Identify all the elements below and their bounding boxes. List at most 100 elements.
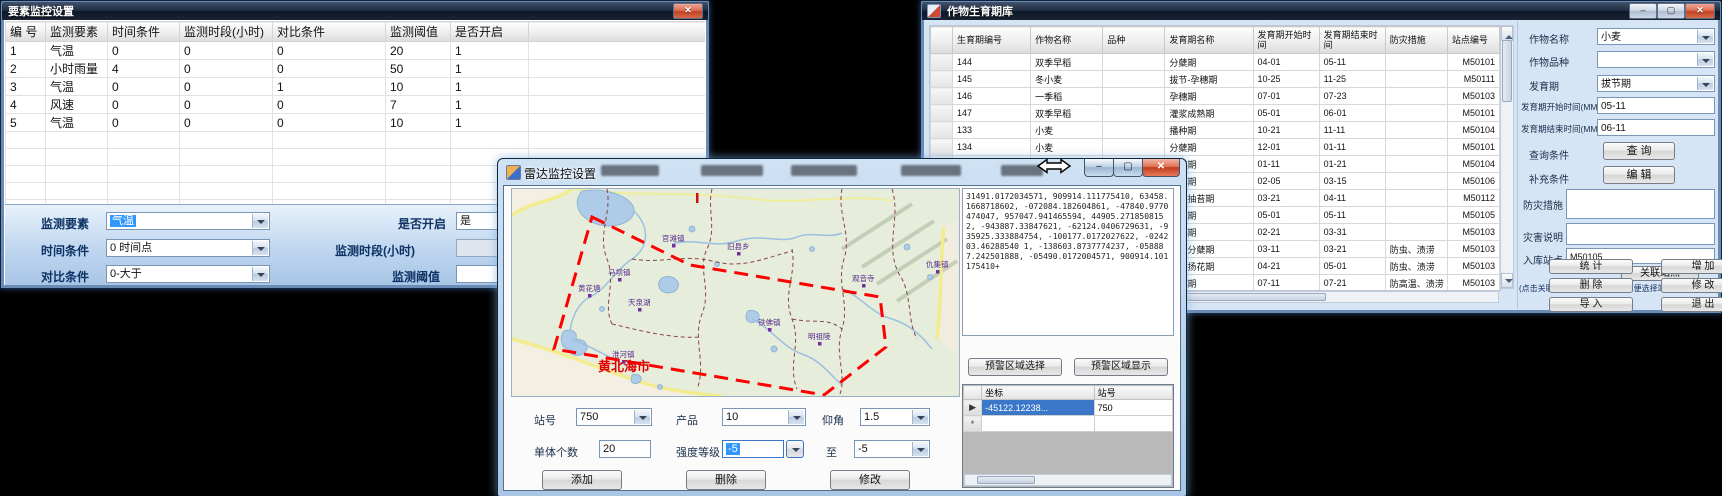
cell[interactable]: 10-21 <box>1253 122 1319 139</box>
cell[interactable]: 145 <box>953 71 1031 88</box>
cell[interactable]: 01-11 <box>1253 156 1319 173</box>
table-row[interactable]: 147双季早稻灌浆成熟期05-0106-01M50101 <box>931 105 1500 122</box>
horizontal-scrollbar[interactable] <box>964 474 1172 486</box>
table-row[interactable]: 3气温001101 <box>6 78 706 96</box>
titlebar-crop[interactable]: 作物生育期库 <box>922 2 1720 20</box>
intensity-dropdown-button[interactable] <box>786 440 804 458</box>
cell[interactable]: 1 <box>6 42 46 60</box>
close-icon[interactable]: ✕ <box>673 3 703 19</box>
cell[interactable] <box>1385 190 1447 207</box>
cell[interactable]: 0 <box>108 42 180 60</box>
cell[interactable]: 0 <box>273 114 386 132</box>
cell[interactable]: M50105 <box>1447 207 1499 224</box>
cell[interactable] <box>1103 88 1165 105</box>
cell[interactable]: 05-11 <box>1319 54 1385 71</box>
cell[interactable]: 01-11 <box>1319 139 1385 156</box>
row-indicator[interactable] <box>931 139 953 156</box>
row-indicator[interactable] <box>931 88 953 105</box>
cell[interactable]: 02-05 <box>1253 173 1319 190</box>
cell[interactable]: M50104 <box>1447 156 1499 173</box>
cell[interactable]: 小麦 <box>1031 139 1103 156</box>
cell[interactable] <box>1385 156 1447 173</box>
stat-button[interactable]: 统 计 <box>1549 259 1633 274</box>
column-header[interactable]: 编 号 <box>6 22 46 42</box>
cell[interactable]: 3 <box>6 78 46 96</box>
column-header[interactable]: 防灾措施 <box>1385 27 1447 54</box>
cell[interactable]: 0 <box>273 96 386 114</box>
cell[interactable]: 07-21 <box>1319 275 1385 292</box>
chevron-down-icon[interactable] <box>788 410 804 424</box>
cell[interactable]: 1 <box>451 78 529 96</box>
cell[interactable]: 1 <box>451 96 529 114</box>
cell[interactable]: 4 <box>108 60 180 78</box>
chevron-down-icon[interactable] <box>1697 53 1713 66</box>
close-icon[interactable]: ✕ <box>1142 159 1180 177</box>
cell[interactable] <box>1103 71 1165 88</box>
cell[interactable]: 50 <box>386 60 451 78</box>
column-header[interactable]: 作物名称 <box>1031 27 1103 54</box>
cell[interactable]: 03-21 <box>1319 241 1385 258</box>
column-header[interactable]: 监测阈值 <box>386 22 451 42</box>
cell[interactable]: 02-21 <box>1253 224 1319 241</box>
cell[interactable]: 06-01 <box>1319 105 1385 122</box>
table-row[interactable]: 134小麦分蘖期12-0101-11M50101 <box>931 139 1500 156</box>
cell[interactable]: 05-11 <box>1319 207 1385 224</box>
edit-button[interactable]: 编 辑 <box>1603 166 1675 184</box>
elevation-combo[interactable]: 1.5 <box>860 408 930 426</box>
column-header[interactable]: 时间条件 <box>108 22 180 42</box>
cell[interactable]: 0 <box>273 60 386 78</box>
column-header[interactable]: 发育期开始时间 <box>1253 27 1319 54</box>
cell[interactable]: M50103 <box>1447 224 1499 241</box>
import-button[interactable]: 导 入 <box>1549 297 1633 312</box>
maximize-icon[interactable]: ▢ <box>1113 159 1143 177</box>
chevron-down-icon[interactable] <box>1697 30 1713 43</box>
table-row[interactable]: 144双季早稻分蘖期04-0105-11M50101 <box>931 54 1500 71</box>
cell[interactable]: 2 <box>6 60 46 78</box>
element-combo[interactable]: 气温 <box>106 212 270 230</box>
cell[interactable]: 7 <box>386 96 451 114</box>
intensity-to-combo[interactable]: -5 <box>854 440 930 458</box>
cell[interactable]: M50101 <box>1447 54 1499 71</box>
table-row[interactable]: 145冬小麦拔节-孕穗期10-2511-25M50111 <box>931 71 1500 88</box>
cell[interactable]: 750 <box>1094 400 1172 416</box>
column-header[interactable]: 监测要素 <box>46 22 108 42</box>
column-header[interactable]: 发育期结束时间 <box>1319 27 1385 54</box>
query-button[interactable]: 查 询 <box>1603 142 1675 160</box>
chevron-down-icon[interactable] <box>252 267 268 281</box>
station-no-combo[interactable]: 750 <box>576 408 652 426</box>
cell[interactable]: 气温 <box>46 78 108 96</box>
table-row[interactable]: 1气温000201 <box>6 42 706 60</box>
column-header[interactable]: 品种 <box>1103 27 1165 54</box>
cell[interactable]: 5 <box>6 114 46 132</box>
cell[interactable]: 147 <box>953 105 1031 122</box>
cell[interactable]: 防高温、渍涝 <box>1385 275 1447 292</box>
cell[interactable]: 0 <box>180 60 273 78</box>
cell[interactable]: 1 <box>451 114 529 132</box>
cell[interactable]: M50103 <box>1447 241 1499 258</box>
cell[interactable] <box>1385 224 1447 241</box>
cell[interactable]: 03-11 <box>1253 241 1319 258</box>
cell[interactable]: 01-21 <box>1319 156 1385 173</box>
cell[interactable]: 0 <box>180 96 273 114</box>
chevron-down-icon[interactable] <box>634 410 650 424</box>
cell[interactable]: 20 <box>386 42 451 60</box>
new-row[interactable]: * <box>964 416 1173 432</box>
cell[interactable]: M50106 <box>1447 173 1499 190</box>
cell[interactable]: 双季早稻 <box>1031 54 1103 71</box>
delete-button[interactable]: 删除 <box>686 470 766 490</box>
table-row[interactable]: 133小麦播种期10-2111-11M50104 <box>931 122 1500 139</box>
cell[interactable]: 05-01 <box>1253 207 1319 224</box>
add-button[interactable]: 添加 <box>542 470 622 490</box>
crop-name-combo[interactable]: 小麦 <box>1597 28 1715 45</box>
cell[interactable]: 146 <box>953 88 1031 105</box>
table-row[interactable]: 2小时雨量400501 <box>6 60 706 78</box>
cell[interactable]: M50101 <box>1447 105 1499 122</box>
cell[interactable]: 孕穗期 <box>1165 88 1253 105</box>
chevron-down-icon[interactable] <box>252 214 268 228</box>
area-select-button[interactable]: 预警区域选择 <box>968 358 1062 376</box>
cell[interactable]: M50111 <box>1447 71 1499 88</box>
cell[interactable]: 144 <box>953 54 1031 71</box>
cell[interactable]: 冬小麦 <box>1031 71 1103 88</box>
table-row[interactable]: 146一季稻孕穗期07-0107-23M50103 <box>931 88 1500 105</box>
table-row[interactable]: 5气温000101 <box>6 114 706 132</box>
